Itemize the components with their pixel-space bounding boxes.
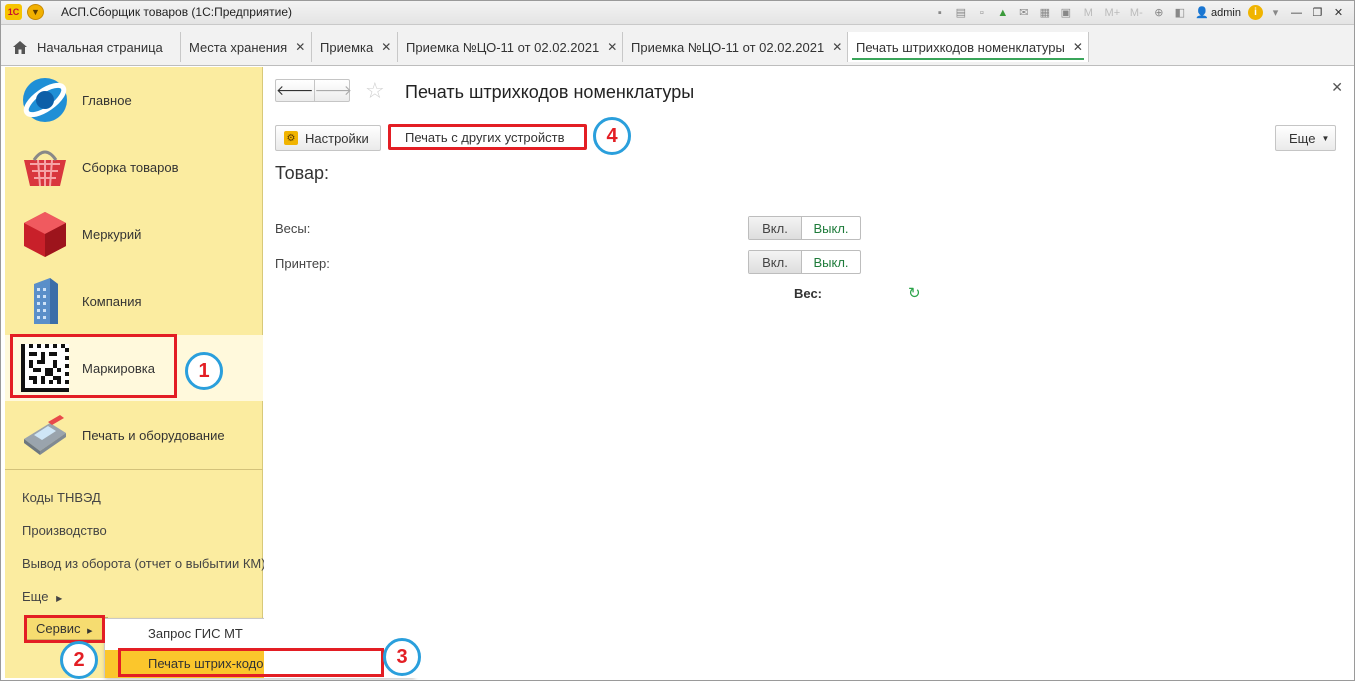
- printer-label: Принтер:: [275, 256, 330, 271]
- settings-label: Настройки: [305, 130, 369, 146]
- tab-priemka[interactable]: Приемка ✕: [312, 32, 398, 62]
- preview-icon[interactable]: ▫: [973, 4, 990, 21]
- tab-label: Приемка №ЦО-11 от 02.02.2021: [631, 39, 825, 55]
- mercury-cube-icon: [19, 208, 71, 260]
- zoom-icon[interactable]: ⊕: [1150, 4, 1167, 21]
- sidebar-divider: [5, 469, 263, 470]
- section-label: Главное: [82, 92, 132, 108]
- close-tab-icon[interactable]: ✕: [607, 40, 617, 54]
- tab-label: Приемка: [320, 39, 374, 55]
- calendar-icon[interactable]: ▣: [1057, 4, 1074, 21]
- basket-icon: [19, 141, 71, 193]
- link-withdrawal-report[interactable]: Вывод из оборота (отчет о выбытии КМ): [22, 556, 266, 571]
- link-more[interactable]: Еще ▶: [22, 589, 62, 604]
- title-toolbar: ▪ ▤ ▫ ▲ ✉ ▦ ▣ M M+ M- ⊕ ◧ 👤 admin i ▾ — …: [931, 3, 1347, 22]
- settings-button[interactable]: ⚙ Настройки: [275, 125, 381, 151]
- tabs-bar: Начальная страница Места хранения ✕ Прие…: [0, 25, 1355, 66]
- section-company[interactable]: Компания: [5, 268, 263, 334]
- refresh-icon[interactable]: ↻: [908, 284, 921, 302]
- section-label: Сборка товаров: [82, 159, 179, 175]
- print-other-devices-button[interactable]: Печать с других устройств: [388, 124, 587, 150]
- close-form-icon[interactable]: ✕: [1331, 79, 1343, 96]
- close-tab-icon[interactable]: ✕: [381, 40, 391, 54]
- info-icon[interactable]: i: [1248, 5, 1263, 20]
- app-logo-icon: 1С: [5, 4, 22, 20]
- step-marker-1: 1: [185, 352, 223, 390]
- print-icon[interactable]: ▤: [952, 4, 969, 21]
- tab-label: Приемка №ЦО-11 от 02.02.2021: [406, 39, 600, 55]
- tab-priemka-doc-2[interactable]: Приемка №ЦО-11 от 02.02.2021 ✕: [623, 32, 848, 62]
- link-production[interactable]: Производство: [22, 523, 107, 538]
- memory-minus-button[interactable]: M-: [1126, 4, 1146, 21]
- section-label: Компания: [82, 293, 142, 309]
- window-title-bar: 1С ▼ АСП.Сборщик товаров (1С:Предприятие…: [0, 0, 1355, 25]
- restore-icon[interactable]: ❐: [1309, 4, 1326, 21]
- history-nav: 🡐 🡒: [275, 79, 352, 102]
- main-menu-button[interactable]: ▼: [27, 4, 44, 20]
- chevron-down-icon: ▼: [1321, 133, 1330, 143]
- section-main[interactable]: Главное: [5, 67, 263, 133]
- tab-label: Печать штрихкодов номенклатуры: [856, 39, 1065, 55]
- scales-label: Весы:: [275, 221, 311, 236]
- panels-icon[interactable]: ◧: [1171, 4, 1188, 21]
- scales-off-button[interactable]: Выкл.: [802, 217, 860, 239]
- section-label: Печать и оборудование: [82, 427, 225, 443]
- product-label: Товар:: [275, 163, 329, 183]
- memory-plus-button[interactable]: M+: [1102, 4, 1122, 21]
- close-window-icon[interactable]: ✕: [1330, 4, 1347, 21]
- close-tab-icon[interactable]: ✕: [1073, 40, 1083, 54]
- scales-on-button[interactable]: Вкл.: [749, 217, 802, 239]
- tab-storage-places[interactable]: Места хранения ✕: [181, 32, 312, 62]
- forward-arrow-icon[interactable]: 🡒: [313, 80, 352, 101]
- user-name: admin: [1211, 6, 1241, 19]
- more-button[interactable]: Еще ▼: [1275, 125, 1336, 151]
- section-label: Меркурий: [82, 226, 142, 242]
- window-title: АСП.Сборщик товаров (1С:Предприятие): [61, 5, 293, 19]
- highlight-box-print-barcodes: [118, 648, 384, 677]
- link-tnved-codes[interactable]: Коды ТНВЭД: [22, 490, 101, 505]
- back-arrow-icon[interactable]: 🡐: [276, 80, 314, 101]
- printer-on-button[interactable]: Вкл.: [749, 251, 802, 273]
- user-icon: 👤: [1195, 7, 1210, 19]
- more-label: Еще: [1289, 130, 1316, 146]
- main-logo-icon: [19, 74, 71, 126]
- printer-off-button[interactable]: Выкл.: [802, 251, 860, 273]
- chevron-right-icon: ▶: [56, 594, 63, 603]
- section-mercury[interactable]: Меркурий: [5, 201, 263, 267]
- gear-icon: ⚙: [284, 131, 298, 145]
- calculator-icon[interactable]: ▦: [1036, 4, 1053, 21]
- highlight-box-marking: [10, 334, 177, 398]
- tab-print-barcodes[interactable]: Печать штрихкодов номенклатуры ✕: [848, 32, 1089, 62]
- tab-home[interactable]: Начальная страница: [5, 32, 181, 62]
- memory-m-button[interactable]: M: [1078, 4, 1098, 21]
- scales-toggle: Вкл. Выкл.: [748, 216, 861, 240]
- close-tab-icon[interactable]: ✕: [832, 40, 842, 54]
- highlight-box-service: [24, 615, 105, 643]
- favorite-star-icon[interactable]: ☆: [365, 78, 385, 104]
- user-menu[interactable]: 👤 admin: [1195, 6, 1241, 20]
- step-marker-2: 2: [60, 641, 98, 679]
- pos-terminal-icon: [19, 409, 71, 461]
- chevron-down-icon[interactable]: ▾: [1267, 4, 1284, 21]
- mail-icon[interactable]: ✉: [1015, 4, 1032, 21]
- section-assembly[interactable]: Сборка товаров: [5, 134, 263, 200]
- tab-priemka-doc-1[interactable]: Приемка №ЦО-11 от 02.02.2021 ✕: [398, 32, 623, 62]
- form-area: 🡐 🡒 ☆ Печать штрихкодов номенклатуры ✕ ⚙…: [264, 67, 1351, 678]
- link-more-label: Еще: [22, 589, 49, 604]
- tab-label: Начальная страница: [37, 39, 163, 55]
- export-icon[interactable]: ▲: [994, 4, 1011, 21]
- minimize-icon[interactable]: —: [1288, 4, 1305, 21]
- save-icon[interactable]: ▪: [931, 4, 948, 21]
- page-title: Печать штрихкодов номенклатуры: [405, 82, 695, 102]
- section-print-equipment[interactable]: Печать и оборудование: [5, 402, 263, 468]
- step-marker-4: 4: [593, 117, 631, 155]
- building-icon: [19, 275, 71, 327]
- printer-toggle: Вкл. Выкл.: [748, 250, 861, 274]
- tab-label: Места хранения: [189, 39, 288, 55]
- step-marker-3: 3: [383, 638, 421, 676]
- weight-label: Вес:: [794, 286, 823, 301]
- home-icon: [13, 40, 27, 54]
- close-tab-icon[interactable]: ✕: [295, 40, 305, 54]
